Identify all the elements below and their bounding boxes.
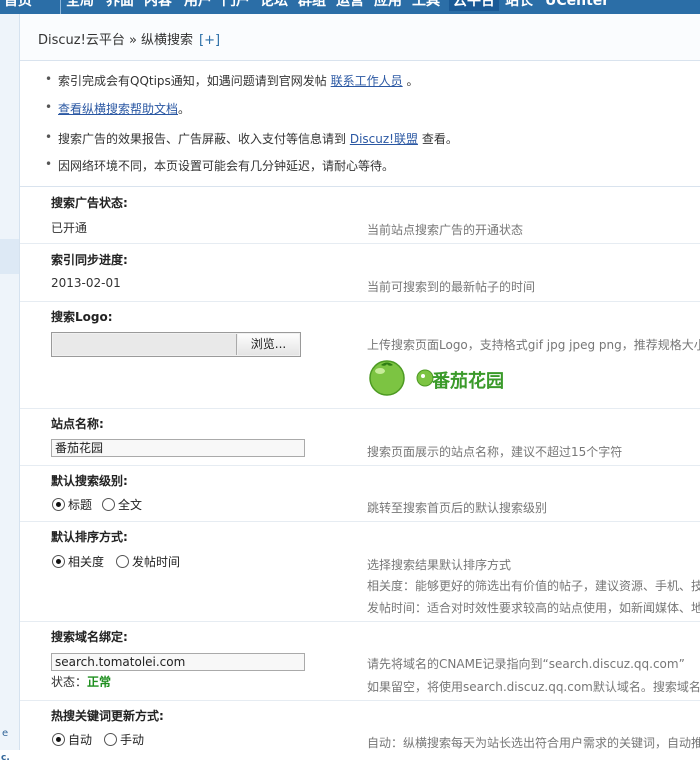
tip-item: 索引完成会有QQtips通知，如遇问题请到官网发帖 联系工作人员 。 (45, 72, 419, 89)
divider (20, 465, 700, 466)
sidebar-tag: e (2, 728, 9, 739)
tip-text: 。 (178, 102, 191, 116)
divider (20, 243, 700, 244)
domain-label: 搜索域名绑定: (51, 630, 128, 644)
ad-status-label: 搜索广告状态: (51, 196, 128, 210)
nav-item-user[interactable]: 用户 (184, 0, 212, 11)
nav-item-home[interactable]: 首页 (4, 0, 32, 11)
radio-label: 相关度 (68, 555, 105, 569)
nav-item-cloud[interactable]: 云平台 (449, 0, 499, 11)
tip-item: 查看纵横搜索帮助文档。 (45, 100, 191, 117)
divider (20, 700, 700, 701)
radio-label: 标题 (68, 498, 93, 512)
domain-input[interactable] (51, 653, 305, 671)
radio-label: 全文 (118, 498, 143, 512)
nav-item-app[interactable]: 应用 (374, 0, 402, 11)
nav-item-forum[interactable]: 论坛 (260, 0, 288, 11)
search-level-title-radio[interactable]: 标题 (52, 496, 92, 513)
sidebar-tag: c. (1, 753, 10, 763)
site-name-label: 站点名称: (51, 417, 104, 431)
sort-help: 选择搜索结果默认排序方式 (367, 558, 512, 572)
sort-relevance-radio[interactable]: 相关度 (52, 553, 104, 570)
divider (20, 521, 700, 522)
nav-item-portal[interactable]: 门户 (222, 0, 250, 11)
breadcrumb: Discuz!云平台 » 纵横搜索 [+] (20, 14, 700, 61)
radio-label: 发帖时间 (132, 555, 181, 569)
nav-item-group[interactable]: 群组 (298, 0, 326, 11)
sort-help-time: 发帖时间：适合对时效性要求较高的站点使用，如新闻媒体、地 (367, 601, 700, 615)
index-progress-label: 索引同步进度: (51, 253, 128, 267)
site-name-help: 搜索页面展示的站点名称，建议不超过15个字符 (367, 445, 623, 459)
breadcrumb-text: Discuz!云平台 » 纵横搜索 (38, 33, 194, 48)
domain-status: 状态：正常 (51, 673, 111, 690)
hotword-help: 自动：纵横搜索每天为站长选出符合用户需求的关键词，自动推 (367, 736, 700, 750)
sidebar-active-band[interactable] (0, 239, 19, 274)
radio-selected-icon (52, 555, 65, 568)
search-level-help: 跳转至搜索首页后的默认搜索级别 (367, 501, 548, 515)
hotword-manual-radio[interactable]: 手动 (104, 731, 144, 748)
breadcrumb-path: Discuz!云平台 » 纵横搜索 [+] (38, 29, 220, 48)
help-doc-link[interactable]: 查看纵横搜索帮助文档 (58, 102, 178, 116)
top-nav: 首页 全局 界面 内容 用户 门户 论坛 群组 运营 应用 工具 云平台 站长 … (0, 0, 700, 14)
index-progress-help: 当前可搜索到的最新帖子的时间 (367, 280, 536, 294)
tip-text: 查看。 (421, 132, 458, 146)
nav-item-content[interactable]: 内容 (144, 0, 172, 11)
nav-separator (60, 0, 61, 14)
hotword-label: 热搜关键词更新方式: (51, 709, 164, 723)
nav-item-ucenter[interactable]: UCenter (545, 0, 609, 11)
radio-selected-icon (52, 498, 65, 511)
status-badge: 正常 (87, 675, 112, 689)
contact-staff-link[interactable]: 联系工作人员 (331, 74, 403, 88)
sort-help-relevance: 相关度：能够更好的筛选出有价值的帖子，建议资源、手机、技 (367, 579, 700, 593)
logo-file-input[interactable]: 浏览... (51, 332, 301, 357)
tip-text: 搜索广告的效果报告、广告屏蔽、收入支付等信息请到 (58, 132, 347, 146)
search-level-fulltext-radio[interactable]: 全文 (102, 496, 142, 513)
left-sidebar: e c. (0, 14, 20, 763)
expand-toggle[interactable]: [+] (199, 33, 220, 48)
tips-panel: 索引完成会有QQtips通知，如遇问题请到官网发帖 联系工作人员 。 查看纵横搜… (20, 60, 700, 187)
tip-item: 搜索广告的效果报告、广告屏蔽、收入支付等信息请到 Discuz!联盟 查看。 (45, 130, 458, 147)
tip-item: 因网络环境不同，本页设置可能会有几分钟延迟，请耐心等待。 (45, 157, 395, 174)
tip-text: 。 (406, 74, 419, 88)
radio-icon (102, 498, 115, 511)
divider (20, 408, 700, 409)
radio-selected-icon (52, 733, 65, 746)
tip-text: 索引完成会有QQtips通知，如遇问题请到官网发帖 (58, 74, 327, 88)
radio-icon (104, 733, 117, 746)
status-label: 状态： (51, 675, 88, 689)
browse-button[interactable]: 浏览... (238, 334, 299, 355)
ad-status-value: 已开通 (51, 221, 88, 235)
site-name-input[interactable] (51, 439, 305, 457)
sort-label: 默认排序方式: (51, 530, 128, 544)
hotword-auto-radio[interactable]: 自动 (52, 731, 92, 748)
nav-item-interface[interactable]: 界面 (106, 0, 134, 11)
discuz-union-link[interactable]: Discuz!联盟 (350, 132, 418, 146)
domain-help-default: 如果留空，将使用search.discuz.qq.com默认域名。搜索域名 (367, 680, 700, 694)
logo-label: 搜索Logo: (51, 310, 113, 324)
radio-label: 自动 (68, 733, 93, 747)
sort-time-radio[interactable]: 发帖时间 (116, 553, 180, 570)
index-progress-value: 2013-02-01 (51, 276, 121, 290)
logo-help: 上传搜索页面Logo，支持格式gif jpg jpeg png，推荐规格大小 (367, 338, 700, 352)
nav-item-admin[interactable]: 站长 (505, 0, 533, 11)
divider (20, 621, 700, 622)
nav-item-tools[interactable]: 工具 (412, 0, 440, 11)
radio-label: 手动 (120, 733, 145, 747)
radio-icon (116, 555, 129, 568)
file-path-field[interactable] (53, 334, 237, 355)
tip-text: 因网络环境不同，本页设置可能会有几分钟延迟，请耐心等待。 (58, 159, 395, 173)
logo-text: 番茄花园 (432, 371, 504, 392)
nav-item-global[interactable]: 全局 (66, 0, 94, 11)
divider (20, 301, 700, 302)
nav-item-operation[interactable]: 运营 (336, 0, 364, 11)
domain-help: 请先将域名的CNAME记录指向到“search.discuz.qq.com” (367, 657, 685, 671)
search-level-label: 默认搜索级别: (51, 474, 128, 488)
ad-status-help: 当前站点搜索广告的开通状态 (367, 223, 524, 237)
